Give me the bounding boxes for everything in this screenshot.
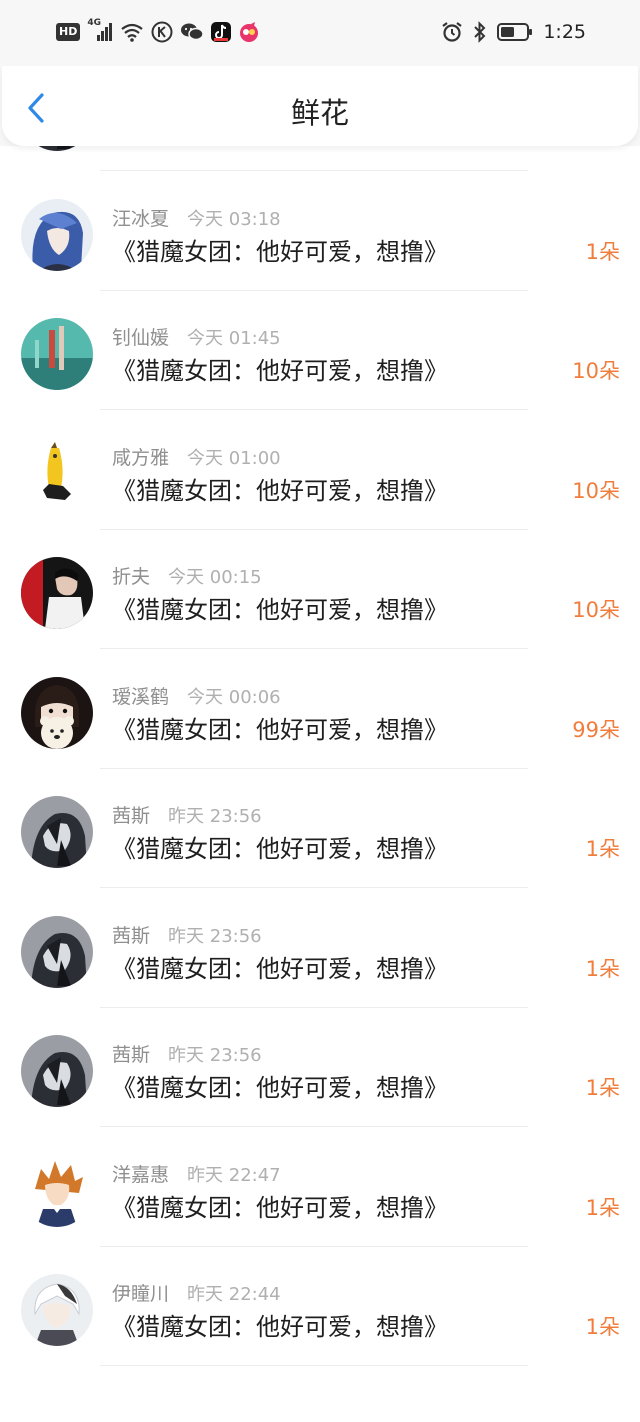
flower-count: 1朵	[585, 239, 620, 264]
sender-name[interactable]: 钊仙媛	[112, 323, 169, 350]
list-item[interactable]: 茜斯 昨天 23:56 《猎魔女团：他好可爱，想撸》 1朵	[0, 889, 640, 1008]
white-hair-anime-avatar[interactable]	[21, 1274, 93, 1346]
dark-anime-avatar[interactable]	[21, 1035, 93, 1107]
book-title: 《猎魔女团：他好可爱，想撸》	[112, 237, 448, 266]
flower-count: 1朵	[585, 837, 620, 861]
gift-time: 昨天 22:47	[187, 1164, 281, 1186]
signal-icon: 4G	[87, 18, 113, 44]
list-item[interactable]: 钊仙媛 今天 01:45 《猎魔女团：他好可爱，想撸》 10朵	[0, 291, 640, 410]
teal-photo-avatar[interactable]	[21, 318, 93, 390]
battery-icon	[497, 20, 533, 44]
gift-time: 今天 01:45	[187, 328, 281, 349]
flower-count: 10朵	[572, 478, 620, 503]
gift-time: 今天 01:00	[187, 447, 281, 469]
header-bar: 鲜花	[2, 66, 638, 146]
book-title: 《猎魔女团：他好可爱，想撸》	[112, 596, 448, 624]
page-title: 鲜花	[290, 96, 349, 130]
list-item[interactable]: 茜斯 昨天 23:56 《猎魔女团：他好可爱，想撸》 1朵	[0, 1008, 640, 1127]
status-bar-right: 1:25	[441, 20, 586, 44]
book-title: 《猎魔女团：他好可爱，想撸》	[112, 835, 448, 863]
gift-time: 今天 00:15	[168, 567, 262, 588]
k-app-icon	[151, 20, 173, 44]
dark-anime-avatar[interactable]	[21, 796, 93, 868]
sender-name[interactable]: 瑷溪鹤	[112, 682, 169, 709]
sender-name[interactable]: 汪冰夏	[112, 204, 169, 231]
book-title: 《猎魔女团：他好可爱，想撸》	[112, 1313, 448, 1341]
flower-count: 10朵	[572, 359, 620, 383]
toutiao-icon	[238, 20, 260, 44]
banana-avatar[interactable]	[21, 437, 93, 510]
sender-name[interactable]: 洋嘉惠	[112, 1160, 169, 1187]
red-black-photo-avatar[interactable]	[21, 557, 93, 629]
hd-badge-icon: HD	[56, 20, 81, 44]
status-time: 1:25	[543, 21, 586, 43]
dark-anime-avatar[interactable]	[21, 915, 93, 988]
sender-name[interactable]: 茜斯	[112, 1040, 150, 1067]
list-item[interactable]: 咸方雅 今天 01:00 《猎魔女团：他好可爱，想撸》 10朵	[0, 411, 640, 530]
gift-time: 昨天 23:56	[168, 1045, 262, 1066]
list-item[interactable]: 瑷溪鹤 今天 00:06 《猎魔女团：他好可爱，想撸》 99朵	[0, 650, 640, 769]
book-title: 《猎魔女团：他好可爱，想撸》	[112, 146, 448, 147]
book-title: 《猎魔女团：他好可爱，想撸》	[112, 954, 448, 983]
list-item[interactable]: 汪冰夏 今天 03:18 《猎魔女团：他好可爱，想撸》 1朵	[0, 172, 640, 291]
list-item[interactable]: 折夫 今天 00:15 《猎魔女团：他好可爱，想撸》 10朵	[0, 530, 640, 649]
network-type-label: 4G	[87, 18, 101, 28]
girl-teddy-bear-avatar[interactable]	[21, 676, 93, 749]
alarm-icon	[441, 20, 463, 44]
bluetooth-icon	[473, 20, 487, 44]
book-title: 《猎魔女团：他好可爱，想撸》	[112, 1074, 448, 1102]
book-title: 《猎魔女团：他好可爱，想撸》	[112, 476, 448, 505]
sender-name[interactable]: 茜斯	[112, 801, 150, 828]
status-bar-left: HD 4G	[56, 18, 260, 44]
book-title: 《猎魔女团：他好可爱，想撸》	[112, 357, 448, 385]
gift-time: 昨天 23:56	[168, 925, 262, 947]
flower-count: 10朵	[572, 598, 620, 622]
flower-count: 1朵	[585, 1315, 620, 1339]
gift-time: 今天 00:06	[187, 686, 281, 708]
gift-time: 昨天 22:44	[187, 1284, 281, 1305]
tiktok-icon	[211, 20, 232, 44]
list-item[interactable]: 茜斯 今天 03:37 《猎魔女团：他好可爱，想撸》 1朵	[0, 146, 640, 171]
sender-name[interactable]: 折夫	[112, 562, 150, 589]
divider	[100, 1365, 528, 1366]
list-item[interactable]: 洋嘉惠 昨天 22:47 《猎魔女团：他好可爱，想撸》 1朵	[0, 1128, 640, 1247]
sender-name[interactable]: 茜斯	[112, 921, 150, 948]
book-title: 《猎魔女团：他好可爱，想撸》	[112, 1193, 448, 1222]
gift-time: 今天 03:18	[187, 208, 281, 230]
blue-hair-anime-avatar[interactable]	[21, 198, 93, 271]
dark-anime-avatar[interactable]	[21, 146, 93, 151]
list-item[interactable]: 伊瞳川 昨天 22:44 《猎魔女团：他好可爱，想撸》 1朵	[0, 1247, 640, 1366]
wechat-icon	[180, 20, 205, 44]
wifi-icon	[120, 20, 144, 44]
flower-count: 1朵	[585, 1195, 620, 1220]
flower-gift-list[interactable]: 茜斯 今天 03:37 《猎魔女团：他好可爱，想撸》 1朵 汪冰夏 今天 03:…	[0, 146, 640, 1422]
status-bar: HD 4G 1:25	[0, 0, 640, 66]
sender-name[interactable]: 伊瞳川	[112, 1279, 169, 1306]
flower-count: 1朵	[585, 956, 620, 981]
orange-hair-anime-avatar[interactable]	[21, 1154, 93, 1227]
book-title: 《猎魔女团：他好可爱，想撸》	[112, 715, 448, 744]
list-item[interactable]: 茜斯 昨天 23:56 《猎魔女团：他好可爱，想撸》 1朵	[0, 769, 640, 888]
gift-time: 昨天 23:56	[168, 806, 262, 827]
flower-count: 1朵	[585, 1076, 620, 1100]
flower-count: 99朵	[572, 717, 620, 742]
sender-name[interactable]: 咸方雅	[112, 443, 169, 470]
